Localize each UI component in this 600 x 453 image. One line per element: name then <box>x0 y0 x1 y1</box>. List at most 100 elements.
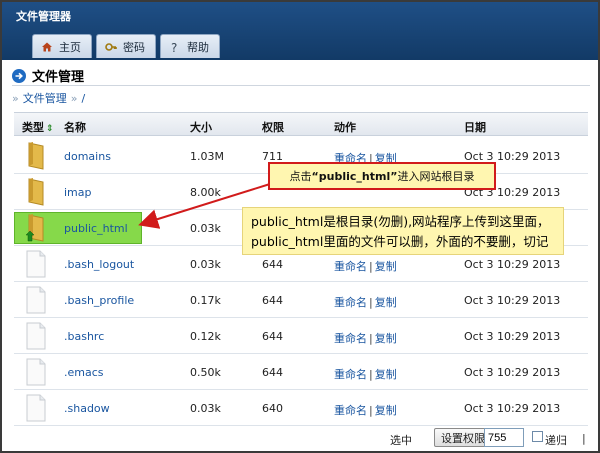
click-hint-callout: 点击 “public_html” 进入网站根目录 <box>268 162 496 190</box>
tab-help-label: 帮助 <box>187 40 209 54</box>
breadcrumb-separator: » <box>70 91 78 105</box>
file-permission[interactable]: 640 <box>262 402 283 415</box>
col-name[interactable]: 名称 <box>64 119 86 135</box>
file-size: 0.12k <box>190 330 221 343</box>
folder-icon[interactable] <box>26 178 46 206</box>
col-type-label: 类型 <box>22 121 44 134</box>
rename-link[interactable]: 重命名 <box>334 332 367 345</box>
file-icon[interactable] <box>26 394 46 422</box>
action-separator: | <box>369 332 373 345</box>
file-icon[interactable] <box>26 250 46 278</box>
file-size: 0.03k <box>190 258 221 271</box>
copy-link[interactable]: 复制 <box>375 332 397 345</box>
home-icon <box>41 41 53 53</box>
file-manager-window: 文件管理器 主页 密码 ? 帮助 文件管理 » 文件管理 » / 类型 ⇕ 名称… <box>0 0 600 453</box>
table-header: 类型 ⇕ 名称 大小 权限 动作 日期 <box>14 112 588 136</box>
note-line-2: public_html里面的文件可以删，外面的不要删，切记 <box>251 234 549 249</box>
file-name-link[interactable]: .emacs <box>64 366 104 379</box>
nav-tabs: 主页 密码 ? 帮助 <box>32 34 220 60</box>
action-separator: | <box>369 260 373 273</box>
copy-link[interactable]: 复制 <box>375 260 397 273</box>
breadcrumb-path[interactable]: / <box>81 92 85 105</box>
file-actions: 重命名 | 复制 <box>334 294 397 310</box>
file-size: 0.03k <box>190 402 221 415</box>
file-size: 0.50k <box>190 366 221 379</box>
file-name-link[interactable]: public_html <box>64 222 128 235</box>
recursive-checkbox[interactable] <box>532 431 543 442</box>
action-separator: | <box>369 368 373 381</box>
action-separator: | <box>369 404 373 417</box>
tab-password[interactable]: 密码 <box>96 34 156 58</box>
col-date[interactable]: 日期 <box>464 119 486 135</box>
permission-input[interactable] <box>484 428 524 447</box>
rename-link[interactable]: 重命名 <box>334 260 367 273</box>
col-perm[interactable]: 权限 <box>262 119 284 135</box>
col-size[interactable]: 大小 <box>190 119 212 135</box>
tab-home-label: 主页 <box>59 40 81 54</box>
file-name-link[interactable]: .shadow <box>64 402 110 415</box>
file-name-link[interactable]: .bashrc <box>64 330 104 343</box>
copy-link[interactable]: 复制 <box>375 368 397 381</box>
file-name-link[interactable]: .bash_profile <box>64 294 134 307</box>
file-icon[interactable] <box>26 322 46 350</box>
file-date: Oct 3 10:29 2013 <box>464 330 561 343</box>
breadcrumb-prefix: » <box>12 91 19 105</box>
file-name-link[interactable]: domains <box>64 150 111 163</box>
tab-password-label: 密码 <box>123 40 145 54</box>
table-row[interactable]: .emacs 0.50k 644 重命名 | 复制 Oct 3 10:29 2013 <box>14 354 588 390</box>
file-size: 0.03k <box>190 222 221 235</box>
page-header: 文件管理 <box>12 66 84 85</box>
rename-link[interactable]: 重命名 <box>334 296 367 309</box>
file-permission[interactable]: 644 <box>262 366 283 379</box>
tab-help[interactable]: ? 帮助 <box>160 34 220 58</box>
file-name-link[interactable]: imap <box>64 186 92 199</box>
header-divider <box>12 85 590 86</box>
file-date: Oct 3 10:29 2013 <box>464 258 561 271</box>
breadcrumb-root-link[interactable]: 文件管理 <box>23 90 67 106</box>
key-icon <box>105 41 117 53</box>
action-separator: | <box>369 296 373 309</box>
file-actions: 重命名 | 复制 <box>334 258 397 274</box>
file-table: 类型 ⇕ 名称 大小 权限 动作 日期 domains 1.03M 711 重命名 | 复制… <box>14 112 588 426</box>
file-permission[interactable]: 644 <box>262 294 283 307</box>
click-hint-post: 进入网站根目录 <box>397 170 475 183</box>
table-row[interactable]: .bash_profile 0.17k 644 重命名 | 复制 Oct 3 10:29 2… <box>14 282 588 318</box>
click-hint-quote: “public_html” <box>311 169 398 183</box>
note-line-1: public_html是根目录(勿删),网站程序上传到这里面， <box>251 214 550 229</box>
file-size: 1.03M <box>190 150 224 163</box>
file-icon[interactable] <box>26 358 46 386</box>
col-action: 动作 <box>334 121 356 134</box>
table-row[interactable]: .shadow 0.03k 640 重命名 | 复制 Oct 3 10:29 2013 <box>14 390 588 426</box>
footer-separator: | <box>582 432 586 445</box>
file-name-link[interactable]: .bash_logout <box>64 258 134 271</box>
file-permission[interactable]: 644 <box>262 330 283 343</box>
click-hint-pre: 点击 <box>289 170 312 183</box>
copy-link[interactable]: 复制 <box>375 296 397 309</box>
file-date: Oct 3 10:29 2013 <box>464 366 561 379</box>
file-date: Oct 3 10:29 2013 <box>464 402 561 415</box>
app-title: 文件管理器 <box>16 10 71 23</box>
svg-text:?: ? <box>171 41 177 53</box>
folder-link-icon[interactable] <box>25 214 46 242</box>
copy-link[interactable]: 复制 <box>375 404 397 417</box>
file-date: Oct 3 10:29 2013 <box>464 294 561 307</box>
file-size: 8.00k <box>190 186 221 199</box>
rename-link[interactable]: 重命名 <box>334 404 367 417</box>
page-title: 文件管理 <box>32 70 85 85</box>
sort-icon: ⇕ <box>46 124 54 134</box>
table-footer: 选中 设置权限 递归 | <box>14 427 588 449</box>
folder-icon[interactable] <box>26 142 46 170</box>
file-icon[interactable] <box>26 286 46 314</box>
header-bar: 文件管理器 主页 密码 ? 帮助 <box>2 2 598 60</box>
col-type[interactable]: 类型 ⇕ <box>22 119 54 135</box>
file-permission[interactable]: 644 <box>262 258 283 271</box>
recursive-label: 递归 <box>545 434 567 447</box>
selected-label: 选中 <box>390 434 412 447</box>
rename-link[interactable]: 重命名 <box>334 368 367 381</box>
file-size: 0.17k <box>190 294 221 307</box>
file-actions: 重命名 | 复制 <box>334 366 397 382</box>
tab-home[interactable]: 主页 <box>32 34 92 58</box>
arrow-right-circle-icon <box>12 68 26 83</box>
question-icon: ? <box>169 41 181 53</box>
table-row[interactable]: .bashrc 0.12k 644 重命名 | 复制 Oct 3 10:29 2013 <box>14 318 588 354</box>
